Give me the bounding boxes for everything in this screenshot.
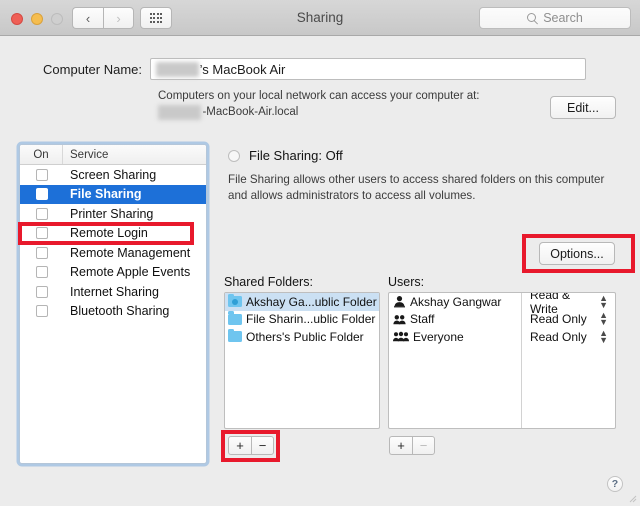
user-name: Everyone: [413, 329, 464, 344]
service-label: File Sharing: [70, 187, 142, 202]
service-label: Internet Sharing: [70, 284, 159, 299]
chevron-updown-icon[interactable]: ▲ ▼: [599, 293, 608, 309]
user-name: Akshay Gangwar: [410, 294, 502, 309]
home-folder-icon: [228, 293, 242, 308]
file-sharing-checkbox-icon[interactable]: [228, 149, 240, 162]
computer-name-row: Computer Name: Akshay’s MacBook Air: [0, 58, 640, 80]
hostname-info: Computers on your local network can acce…: [158, 89, 528, 120]
shared-folder-label: Akshay Ga...ublic Folder: [246, 294, 377, 309]
chevron-updown-icon[interactable]: ▲ ▼: [599, 328, 608, 344]
users-name-column: Akshay Gangwar Staff Everyone: [389, 293, 522, 428]
service-row-remote-management[interactable]: Remote Management: [20, 243, 206, 263]
checkbox-icon[interactable]: [35, 285, 48, 298]
checkbox-icon[interactable]: [35, 168, 48, 181]
users-list[interactable]: Akshay Gangwar Staff Everyone Read & Wri…: [388, 292, 616, 429]
user-row[interactable]: Staff: [389, 311, 521, 329]
shared-folder-row[interactable]: File Sharin...ublic Folder: [225, 311, 379, 329]
remove-shared-folder-button[interactable]: −: [251, 436, 274, 455]
hostname-description: Computers on your local network can acce…: [158, 90, 480, 102]
service-row-internet-sharing[interactable]: Internet Sharing: [20, 282, 206, 302]
user-row[interactable]: Everyone: [389, 328, 521, 346]
edit-button[interactable]: Edit...: [550, 96, 616, 119]
users-permission-column: Read & Write ▲ ▼ Read Only ▲ ▼ Read Only ▲…: [522, 293, 615, 428]
hostname-redacted: Akshays: [158, 105, 202, 120]
service-checkbox-wrap[interactable]: [20, 188, 63, 201]
service-row-screen-sharing[interactable]: Screen Sharing: [20, 165, 206, 185]
service-label: Remote Management: [70, 245, 191, 260]
service-label: Remote Apple Events: [70, 265, 191, 280]
checkbox-icon[interactable]: [35, 207, 48, 220]
service-row-bluetooth-sharing[interactable]: Bluetooth Sharing: [20, 302, 206, 322]
shared-folders-add-remove-group: + −: [228, 436, 274, 455]
service-checkbox-wrap[interactable]: [20, 266, 63, 279]
add-shared-folder-button[interactable]: +: [228, 436, 251, 455]
service-row-file-sharing[interactable]: File Sharing: [20, 184, 206, 204]
user-name: Staff: [410, 312, 435, 327]
options-button[interactable]: Options...: [539, 242, 615, 265]
computer-name-value: ’s MacBook Air: [199, 61, 286, 77]
shared-folder-row[interactable]: Akshay Ga...ublic Folder: [225, 293, 379, 311]
service-checkbox-wrap[interactable]: [20, 246, 63, 259]
help-button[interactable]: ?: [607, 476, 623, 492]
permission-dropdown[interactable]: Read Only ▲ ▼: [522, 311, 615, 329]
checkbox-icon[interactable]: [35, 188, 48, 201]
service-label: Screen Sharing: [70, 167, 157, 182]
service-checkbox-wrap[interactable]: [20, 227, 63, 240]
service-checkbox-wrap[interactable]: [20, 207, 63, 220]
permission-dropdown[interactable]: Read Only ▲ ▼: [522, 328, 615, 346]
remove-user-button: −: [412, 436, 435, 455]
three-people-icon: [393, 332, 409, 342]
user-row[interactable]: Akshay Gangwar: [389, 293, 521, 311]
service-row-printer-sharing[interactable]: Printer Sharing: [20, 204, 206, 224]
services-list-header: On Service: [20, 145, 206, 165]
service-label: Bluetooth Sharing: [70, 304, 170, 319]
shared-folder-row[interactable]: Others's Public Folder: [225, 328, 379, 346]
single-person-icon: [394, 296, 405, 308]
chevron-updown-icon[interactable]: ▲ ▼: [599, 311, 608, 327]
search-input[interactable]: Search: [479, 7, 631, 29]
hostname-value-row: Akshays-MacBook-Air.local: [158, 105, 528, 120]
computer-name-field[interactable]: Akshay’s MacBook Air: [150, 58, 586, 80]
column-header-on: On: [20, 145, 63, 164]
preferences-content: Computer Name: Akshay’s MacBook Air Comp…: [0, 36, 640, 506]
service-checkbox-wrap[interactable]: [20, 305, 63, 318]
sharing-preferences-window: ‹ › Sharing Search Computer Name: Akshay…: [0, 0, 640, 506]
computer-name-label: Computer Name:: [43, 61, 142, 77]
folder-icon: [228, 328, 242, 343]
service-label: Remote Login: [70, 226, 148, 241]
shared-folder-label: Others's Public Folder: [246, 329, 364, 344]
search-icon: [527, 12, 538, 24]
two-people-icon: [393, 314, 406, 324]
folder-icon: [228, 311, 242, 325]
permission-dropdown[interactable]: Read & Write ▲ ▼: [522, 293, 615, 316]
services-list[interactable]: On Service Screen Sharing File Sharing P…: [19, 144, 207, 464]
users-add-remove-group: + −: [389, 436, 435, 455]
shared-folder-label: File Sharin...ublic Folder: [246, 312, 376, 327]
file-sharing-status-label: File Sharing: Off: [249, 148, 343, 163]
shared-folders-list[interactable]: Akshay Ga...ublic Folder File Sharin...u…: [224, 292, 380, 429]
checkbox-icon[interactable]: [35, 227, 48, 240]
service-label: Printer Sharing: [70, 206, 154, 221]
resize-grip[interactable]: [627, 493, 637, 503]
service-row-remote-login[interactable]: Remote Login: [20, 224, 206, 244]
file-sharing-description: File Sharing allows other users to acces…: [228, 173, 605, 202]
checkbox-icon[interactable]: [35, 305, 48, 318]
shared-folders-heading: Shared Folders:: [224, 275, 313, 289]
users-heading: Users:: [388, 275, 425, 289]
checkbox-icon[interactable]: [35, 266, 48, 279]
service-checkbox-wrap[interactable]: [20, 285, 63, 298]
search-placeholder: Search: [543, 11, 583, 25]
hostname-suffix: -MacBook-Air.local: [202, 106, 299, 118]
checkbox-icon[interactable]: [35, 246, 48, 259]
computer-name-redacted: Akshay: [156, 61, 199, 77]
permission-value: Read Only: [530, 312, 587, 327]
column-header-service: Service: [70, 148, 109, 161]
file-sharing-status-row[interactable]: File Sharing: Off: [228, 148, 343, 163]
service-row-remote-apple-events[interactable]: Remote Apple Events: [20, 263, 206, 283]
service-checkbox-wrap[interactable]: [20, 168, 63, 181]
permission-value: Read Only: [530, 329, 587, 344]
window-titlebar: ‹ › Sharing Search: [0, 0, 640, 36]
add-user-button[interactable]: +: [389, 436, 412, 455]
